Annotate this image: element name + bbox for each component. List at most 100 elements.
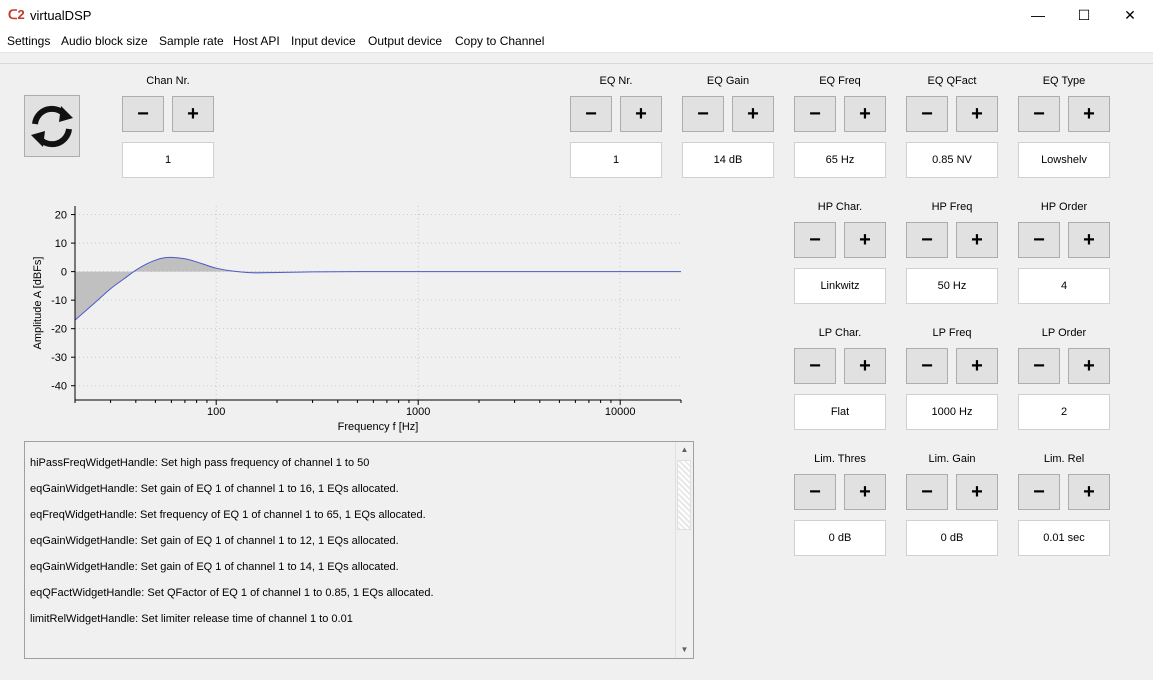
lp-char-label: LP Char.: [818, 327, 862, 339]
menu-copy-to-channel[interactable]: Copy to Channel: [455, 34, 544, 48]
y-tick-label: -30: [51, 352, 67, 364]
menu-sample-rate[interactable]: Sample rate: [159, 34, 224, 48]
eq-type-label: EQ Type: [1042, 75, 1086, 87]
hp-freq-plus-button[interactable]: +: [956, 222, 998, 258]
chart-fill-area: [75, 257, 681, 321]
y-tick-label: -20: [51, 324, 67, 336]
lp-freq-plus-button[interactable]: +: [956, 348, 998, 384]
lp-order-value: 2: [1018, 394, 1110, 430]
hp-char-plus-button[interactable]: +: [844, 222, 886, 258]
menu-host-api[interactable]: Host API: [233, 34, 280, 48]
eq-freq-plus-button[interactable]: +: [844, 96, 886, 132]
x-tick-label: 1000: [406, 406, 430, 418]
eq-qfact-value: 0.85 NV: [906, 142, 998, 178]
log-line: eqGainWidgetHandle: Set gain of EQ 1 of …: [30, 483, 399, 495]
scroll-thumb[interactable]: [677, 460, 691, 530]
chart-ticks: 20100-10-20-30-40100 1000 10000: [51, 210, 682, 418]
log-line: eqFreqWidgetHandle: Set frequency of EQ …: [30, 509, 426, 521]
hp-char-value: Linkwitz: [794, 268, 886, 304]
lim-gain-plus-button[interactable]: +: [956, 474, 998, 510]
menu-audio-block-size[interactable]: Audio block size: [61, 34, 148, 48]
hp-freq-label: HP Freq: [931, 201, 973, 213]
chan-nr-plus-button[interactable]: +: [172, 96, 214, 132]
log-line: eqGainWidgetHandle: Set gain of EQ 1 of …: [30, 535, 399, 547]
eq-freq-value: 65 Hz: [794, 142, 886, 178]
lim-rel-plus-button[interactable]: +: [1068, 474, 1110, 510]
close-button[interactable]: ✕: [1107, 0, 1153, 30]
y-tick-label: 20: [55, 210, 67, 222]
hp-char-minus-button[interactable]: −: [794, 222, 836, 258]
scroll-up-arrow-icon[interactable]: ▲: [676, 442, 693, 458]
eq-qfact-plus-button[interactable]: +: [956, 96, 998, 132]
eq-gain-value: 14 dB: [682, 142, 774, 178]
hp-order-plus-button[interactable]: +: [1068, 222, 1110, 258]
eq-gain-label: EQ Gain: [706, 75, 750, 87]
menu-bar: Settings Audio block size Sample rate Ho…: [0, 30, 1153, 53]
eq-freq-label: EQ Freq: [819, 75, 861, 87]
y-tick-label: 0: [61, 267, 67, 279]
lp-char-plus-button[interactable]: +: [844, 348, 886, 384]
log-output[interactable]: hiPassFreqWidgetHandle: Set high pass fr…: [24, 441, 694, 659]
app-logo-icon: ᑕ2: [8, 7, 25, 22]
minimize-button[interactable]: —: [1015, 0, 1061, 30]
lp-char-value: Flat: [794, 394, 886, 430]
eq-qfact-label: EQ QFact: [927, 75, 977, 87]
lim-thres-plus-button[interactable]: +: [844, 474, 886, 510]
y-tick-label: -10: [51, 295, 67, 307]
hp-order-value: 4: [1018, 268, 1110, 304]
eq-type-minus-button[interactable]: −: [1018, 96, 1060, 132]
chan-nr-label: Chan Nr.: [146, 75, 190, 87]
hp-freq-minus-button[interactable]: −: [906, 222, 948, 258]
lim-rel-value: 0.01 sec: [1018, 520, 1110, 556]
lp-order-plus-button[interactable]: +: [1068, 348, 1110, 384]
refresh-icon: [31, 105, 73, 148]
log-line: eqGainWidgetHandle: Set gain of EQ 1 of …: [30, 561, 399, 573]
window-title: virtualDSP: [30, 8, 92, 23]
chan-nr-value: 1: [122, 142, 214, 178]
lim-gain-value: 0 dB: [906, 520, 998, 556]
log-scrollbar[interactable]: ▲ ▼: [675, 442, 693, 658]
hp-freq-value: 50 Hz: [906, 268, 998, 304]
chart-y-axis-label: Amplitude A [dBFs]: [32, 257, 44, 350]
title-bar: ᑕ2 virtualDSP — ☐ ✕: [0, 0, 1153, 30]
y-tick-label: 10: [55, 238, 67, 250]
lim-gain-label: Lim. Gain: [928, 453, 976, 465]
refresh-button[interactable]: [24, 95, 80, 157]
eq-gain-plus-button[interactable]: +: [732, 96, 774, 132]
eq-gain-minus-button[interactable]: −: [682, 96, 724, 132]
menu-output-device[interactable]: Output device: [368, 34, 442, 48]
menu-input-device[interactable]: Input device: [291, 34, 356, 48]
lp-freq-label: LP Freq: [932, 327, 972, 339]
lim-rel-label: Lim. Rel: [1043, 453, 1085, 465]
x-tick-label: 10000: [605, 406, 636, 418]
maximize-button[interactable]: ☐: [1061, 0, 1107, 30]
hp-order-label: HP Order: [1040, 201, 1088, 213]
menu-settings[interactable]: Settings: [7, 34, 50, 48]
log-line: eqQFactWidgetHandle: Set QFactor of EQ 1…: [30, 587, 434, 599]
lim-thres-value: 0 dB: [794, 520, 886, 556]
eq-type-plus-button[interactable]: +: [1068, 96, 1110, 132]
lp-char-minus-button[interactable]: −: [794, 348, 836, 384]
eq-nr-value: 1: [570, 142, 662, 178]
eq-qfact-minus-button[interactable]: −: [906, 96, 948, 132]
lp-order-minus-button[interactable]: −: [1018, 348, 1060, 384]
lp-order-label: LP Order: [1041, 327, 1087, 339]
hp-order-minus-button[interactable]: −: [1018, 222, 1060, 258]
eq-freq-minus-button[interactable]: −: [794, 96, 836, 132]
x-tick-label: 100: [207, 406, 225, 418]
eq-nr-plus-button[interactable]: +: [620, 96, 662, 132]
lim-rel-minus-button[interactable]: −: [1018, 474, 1060, 510]
lim-thres-label: Lim. Thres: [814, 453, 866, 465]
eq-nr-minus-button[interactable]: −: [570, 96, 612, 132]
scroll-down-arrow-icon[interactable]: ▼: [676, 642, 693, 658]
log-line: hiPassFreqWidgetHandle: Set high pass fr…: [30, 457, 370, 469]
lp-freq-minus-button[interactable]: −: [906, 348, 948, 384]
y-tick-label: -40: [51, 381, 67, 393]
hp-char-label: HP Char.: [817, 201, 863, 213]
eq-type-value: Lowshelv: [1018, 142, 1110, 178]
lim-gain-minus-button[interactable]: −: [906, 474, 948, 510]
chan-nr-minus-button[interactable]: −: [122, 96, 164, 132]
chart-grid: [75, 206, 681, 400]
lim-thres-minus-button[interactable]: −: [794, 474, 836, 510]
eq-nr-label: EQ Nr.: [599, 75, 633, 87]
